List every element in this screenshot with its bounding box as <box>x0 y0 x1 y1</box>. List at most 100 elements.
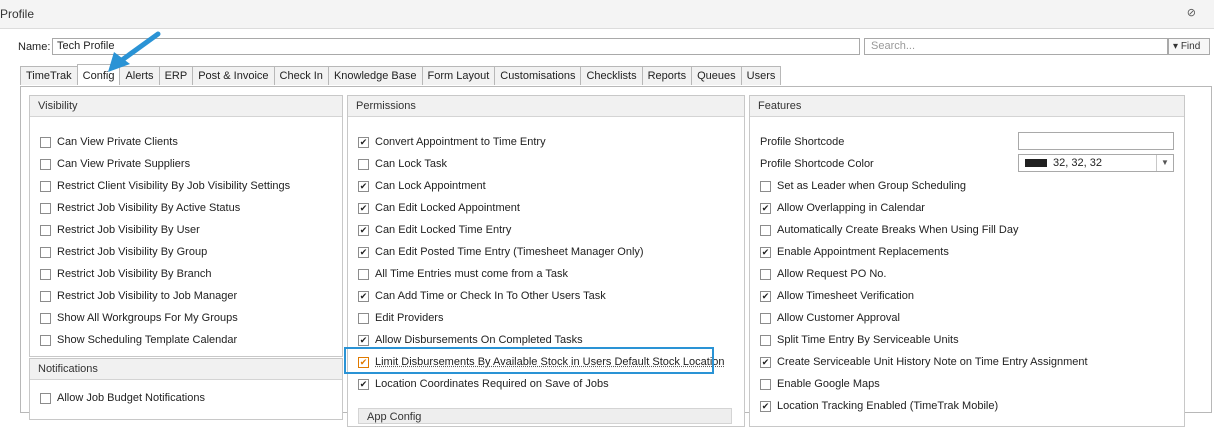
dropdown-arrow-icon[interactable]: ▼ <box>1156 155 1173 171</box>
checkbox-restrict-by-user[interactable]: Restrict Job Visibility By User <box>40 222 200 238</box>
tab-check-in[interactable]: Check In <box>273 66 329 85</box>
checkbox-restrict-by-group[interactable]: Restrict Job Visibility By Group <box>40 244 207 260</box>
checkbox-label: Allow Job Budget Notifications <box>57 392 205 404</box>
checkbox-restrict-by-branch[interactable]: Restrict Job Visibility By Branch <box>40 266 211 282</box>
checkbox-label: Show Scheduling Template Calendar <box>57 334 238 346</box>
checkbox-serviceable-unit-history[interactable]: Create Serviceable Unit History Note on … <box>760 354 1088 370</box>
checkbox-box <box>760 334 771 346</box>
checkbox-convert-appointment[interactable]: Convert Appointment to Time Entry <box>358 134 546 150</box>
checkbox-job-budget-notifications[interactable]: Allow Job Budget Notifications <box>40 390 205 406</box>
checkbox-box <box>358 136 369 148</box>
notifications-header: Notifications <box>30 359 342 380</box>
window-title: Profile <box>0 7 35 21</box>
tab-checklists[interactable]: Checklists <box>580 66 643 85</box>
checkbox-allow-overlapping[interactable]: Allow Overlapping in Calendar <box>760 200 925 216</box>
checkbox-label: Convert Appointment to Time Entry <box>375 136 546 148</box>
checkbox-restrict-active-status[interactable]: Restrict Job Visibility By Active Status <box>40 200 240 216</box>
checkbox-box <box>358 290 369 302</box>
checkbox-label: All Time Entries must come from a Task <box>375 268 568 280</box>
tab-form-layout[interactable]: Form Layout <box>421 66 496 85</box>
checkbox-label: Enable Google Maps <box>777 378 880 390</box>
checkbox-can-lock-appointment[interactable]: Can Lock Appointment <box>358 178 486 194</box>
checkbox-edit-locked-time-entry[interactable]: Can Edit Locked Time Entry <box>358 222 511 238</box>
checkbox-label: Can Add Time or Check In To Other Users … <box>375 290 606 302</box>
features-header: Features <box>750 96 1184 117</box>
checkbox-add-time-other-users[interactable]: Can Add Time or Check In To Other Users … <box>358 288 606 304</box>
checkbox-box <box>760 224 771 236</box>
checkbox-box <box>358 180 369 192</box>
checkbox-box <box>358 202 369 214</box>
permissions-header: Permissions <box>348 96 744 117</box>
close-icon[interactable]: ⊘ <box>1187 6 1196 19</box>
checkbox-box <box>358 158 369 170</box>
find-button[interactable]: ▾ Find <box>1168 38 1210 55</box>
checkbox-label: Allow Timesheet Verification <box>777 290 914 302</box>
checkbox-box <box>40 392 51 404</box>
checkbox-request-po[interactable]: Allow Request PO No. <box>760 266 886 282</box>
tab-reports[interactable]: Reports <box>641 66 693 85</box>
checkbox-label: Allow Disbursements On Completed Tasks <box>375 334 583 346</box>
checkbox-box <box>40 224 51 236</box>
checkbox-edit-providers[interactable]: Edit Providers <box>358 310 443 326</box>
find-label: Find <box>1180 41 1201 52</box>
checkbox-timesheet-verification[interactable]: Allow Timesheet Verification <box>760 288 914 304</box>
checkbox-location-coordinates-required[interactable]: Location Coordinates Required on Save of… <box>358 376 609 392</box>
name-input[interactable]: Tech Profile <box>52 38 860 55</box>
checkbox-restrict-job-manager[interactable]: Restrict Job Visibility to Job Manager <box>40 288 237 304</box>
checkbox-box <box>760 356 771 368</box>
app-config-header: App Config <box>358 408 732 424</box>
checkbox-disbursements-completed-tasks[interactable]: Allow Disbursements On Completed Tasks <box>358 332 583 348</box>
tab-knowledge-base[interactable]: Knowledge Base <box>327 66 423 85</box>
tab-customisations[interactable]: Customisations <box>494 66 582 85</box>
profile-shortcode-color-select[interactable]: 32, 32, 32 ▼ <box>1018 154 1174 172</box>
checkbox-label: Can Edit Locked Appointment <box>375 202 520 214</box>
tab-timetrak[interactable]: TimeTrak <box>20 66 78 85</box>
checkbox-show-scheduling-template[interactable]: Show Scheduling Template Calendar <box>40 332 237 348</box>
checkbox-label: Can Edit Posted Time Entry (Timesheet Ma… <box>375 246 644 258</box>
checkbox-label: Create Serviceable Unit History Note on … <box>777 356 1088 368</box>
checkbox-label: Can Edit Locked Time Entry <box>375 224 512 236</box>
checkbox-label: Set as Leader when Group Scheduling <box>777 180 966 192</box>
checkbox-label: Split Time Entry By Serviceable Units <box>777 334 959 346</box>
checkbox-box <box>358 246 369 258</box>
checkbox-customer-approval[interactable]: Allow Customer Approval <box>760 310 900 326</box>
checkbox-box <box>358 378 369 390</box>
tab-users[interactable]: Users <box>740 66 782 85</box>
color-value: 32, 32, 32 <box>1053 157 1102 169</box>
checkbox-can-view-private-suppliers[interactable]: Can View Private Suppliers <box>40 156 190 172</box>
checkbox-google-maps[interactable]: Enable Google Maps <box>760 376 880 392</box>
checkbox-location-tracking[interactable]: Location Tracking Enabled (TimeTrak Mobi… <box>760 398 998 414</box>
annotation-arrow-icon <box>108 31 161 72</box>
tab-queues[interactable]: Queues <box>691 66 742 85</box>
checkbox-time-entries-from-task[interactable]: All Time Entries must come from a Task <box>358 266 568 282</box>
checkbox-label: Show All Workgroups For My Groups <box>57 312 238 324</box>
checkbox-box <box>40 268 51 280</box>
permissions-group: Permissions Convert Appointment to Time … <box>347 95 745 427</box>
checkbox-box <box>40 136 51 148</box>
checkbox-auto-create-breaks[interactable]: Automatically Create Breaks When Using F… <box>760 222 1018 238</box>
checkbox-edit-locked-appointment[interactable]: Can Edit Locked Appointment <box>358 200 520 216</box>
checkbox-leader-group-scheduling[interactable]: Set as Leader when Group Scheduling <box>760 178 966 194</box>
checkbox-box <box>40 180 51 192</box>
checkbox-box <box>760 290 771 302</box>
checkbox-label: Can Lock Task <box>375 158 447 170</box>
checkbox-edit-posted-time-entry[interactable]: Can Edit Posted Time Entry (Timesheet Ma… <box>358 244 644 260</box>
title-bar: Profile ⊘ <box>0 0 1214 29</box>
checkbox-can-lock-task[interactable]: Can Lock Task <box>358 156 447 172</box>
profile-shortcode-input[interactable] <box>1018 132 1174 150</box>
checkbox-restrict-client-visibility[interactable]: Restrict Client Visibility By Job Visibi… <box>40 178 290 194</box>
checkbox-label: Allow Overlapping in Calendar <box>777 202 925 214</box>
checkbox-show-all-workgroups[interactable]: Show All Workgroups For My Groups <box>40 310 238 326</box>
checkbox-label: Restrict Client Visibility By Job Visibi… <box>57 180 291 192</box>
checkbox-box <box>760 378 771 390</box>
highlight-box <box>344 347 714 374</box>
search-input[interactable]: Search... <box>864 38 1168 55</box>
name-label: Name: <box>18 41 51 53</box>
checkbox-split-time-entry[interactable]: Split Time Entry By Serviceable Units <box>760 332 959 348</box>
checkbox-can-view-private-clients[interactable]: Can View Private Clients <box>40 134 178 150</box>
checkbox-label: Can Lock Appointment <box>375 180 486 192</box>
checkbox-label: Location Tracking Enabled (TimeTrak Mobi… <box>777 400 999 412</box>
checkbox-label: Location Coordinates Required on Save of… <box>375 378 609 390</box>
tab-post-invoice[interactable]: Post & Invoice <box>192 66 275 85</box>
checkbox-appointment-replacements[interactable]: Enable Appointment Replacements <box>760 244 949 260</box>
